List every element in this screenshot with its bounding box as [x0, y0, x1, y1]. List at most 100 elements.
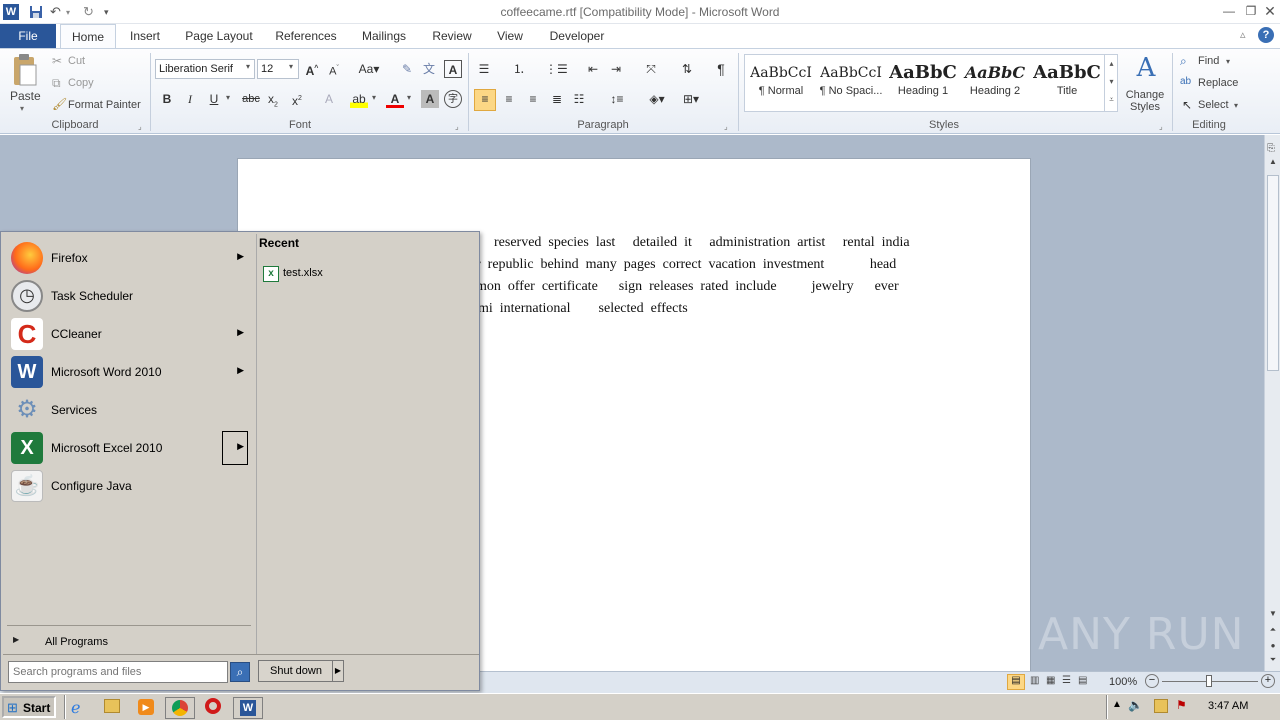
- ie-icon[interactable]: ℯ: [71, 698, 80, 718]
- show-hidden-icons-icon[interactable]: ▲: [1112, 699, 1122, 710]
- start-item-configure-java[interactable]: ☕ Configure Java: [7, 467, 252, 505]
- close-button[interactable]: ✕: [1259, 2, 1280, 20]
- scroll-down-icon[interactable]: ▼: [1267, 609, 1279, 618]
- recent-item[interactable]: x test.xlsx: [261, 264, 473, 284]
- zoom-level[interactable]: 100%: [1109, 676, 1137, 688]
- submenu-button[interactable]: [222, 431, 248, 465]
- font-size-dropdown-icon[interactable]: ▾: [289, 62, 293, 71]
- tab-insert[interactable]: Insert: [120, 24, 170, 48]
- replace-button[interactable]: Replace: [1198, 77, 1238, 89]
- highlight-dropdown-icon[interactable]: ▾: [372, 93, 376, 102]
- tab-developer[interactable]: Developer: [542, 24, 612, 48]
- italic-icon[interactable]: I: [181, 90, 199, 108]
- copy-button[interactable]: Copy: [68, 77, 94, 89]
- zoom-in-icon[interactable]: +: [1261, 674, 1275, 688]
- cut-button[interactable]: Cut: [68, 55, 85, 67]
- font-name-box[interactable]: Liberation Serif: [155, 59, 255, 79]
- collapse-ribbon-icon[interactable]: ▵: [1240, 28, 1246, 41]
- paste-dropdown-icon[interactable]: ▾: [20, 104, 24, 113]
- shading-icon[interactable]: ◈▾: [644, 90, 670, 108]
- start-item-word[interactable]: W Microsoft Word 2010 ▶: [7, 353, 252, 391]
- shrink-font-icon[interactable]: Aˇ: [325, 60, 343, 78]
- styles-launcher-icon[interactable]: ⌟: [1159, 122, 1163, 131]
- search-input[interactable]: [8, 661, 228, 683]
- shutdown-button[interactable]: Shut down: [258, 660, 334, 682]
- character-shading-icon[interactable]: A: [421, 90, 439, 108]
- search-icon[interactable]: ⌕: [230, 662, 250, 682]
- phonetic-guide-icon[interactable]: 文: [420, 60, 438, 78]
- network-icon[interactable]: [1154, 699, 1168, 713]
- zoom-out-icon[interactable]: −: [1145, 674, 1159, 688]
- browse-object-icon[interactable]: ●: [1267, 641, 1279, 650]
- tab-references[interactable]: References: [270, 24, 342, 48]
- subscript-icon[interactable]: x2: [264, 90, 282, 108]
- align-left-icon[interactable]: ≡: [474, 89, 496, 111]
- ruler-toggle-icon[interactable]: ⎘: [1267, 143, 1275, 154]
- web-layout-icon[interactable]: ▦: [1046, 675, 1055, 686]
- increase-indent-icon[interactable]: ⇥: [607, 60, 625, 78]
- highlight-icon[interactable]: ab: [350, 90, 368, 108]
- start-item-firefox[interactable]: Firefox ▶: [7, 239, 252, 277]
- action-center-icon[interactable]: ⚑: [1176, 698, 1187, 712]
- decrease-indent-icon[interactable]: ⇤: [584, 60, 602, 78]
- font-launcher-icon[interactable]: ⌟: [455, 122, 459, 131]
- tab-mailings[interactable]: Mailings: [354, 24, 414, 48]
- underline-icon[interactable]: U: [205, 90, 223, 108]
- style-no-spacing[interactable]: AaBbCcI ¶ No Spaci...: [816, 55, 886, 109]
- paste-button[interactable]: Paste: [10, 89, 41, 103]
- scroll-thumb[interactable]: [1267, 175, 1279, 371]
- show-formatting-icon[interactable]: ¶: [712, 60, 730, 78]
- superscript-icon[interactable]: x2: [288, 90, 306, 108]
- clipboard-launcher-icon[interactable]: ⌟: [138, 122, 142, 131]
- borders-icon[interactable]: ⊞▾: [678, 90, 704, 108]
- help-icon[interactable]: ?: [1258, 27, 1274, 43]
- start-button[interactable]: ⊞ Start: [2, 696, 56, 718]
- enclose-characters-icon[interactable]: 字: [444, 90, 462, 108]
- numbering-icon[interactable]: ⒈: [510, 60, 528, 78]
- change-case-icon[interactable]: Aa▾: [356, 60, 382, 78]
- minimize-button[interactable]: —: [1218, 2, 1240, 20]
- align-right-icon[interactable]: ≡: [524, 90, 542, 108]
- select-button[interactable]: Select: [1198, 99, 1229, 111]
- styles-scroll-icon[interactable]: ▴ ▾ ⩡: [1104, 55, 1118, 111]
- text-effects-icon[interactable]: A: [320, 90, 338, 108]
- start-item-services[interactable]: ⚙ Services: [7, 391, 252, 429]
- outline-icon[interactable]: ☰: [1062, 675, 1071, 686]
- all-programs-button[interactable]: All Programs: [45, 636, 108, 648]
- draft-icon[interactable]: ▤: [1078, 675, 1087, 686]
- style-heading-1[interactable]: AaBbC Heading 1: [888, 55, 958, 109]
- vertical-scrollbar[interactable]: ⎘ ▲ ▼ ⏶ ● ⏷: [1264, 135, 1280, 671]
- tab-page-layout[interactable]: Page Layout: [180, 24, 258, 48]
- previous-page-icon[interactable]: ⏶: [1267, 625, 1279, 635]
- start-item-ccleaner[interactable]: C CCleaner ▶: [7, 315, 252, 353]
- tab-home[interactable]: Home: [60, 24, 116, 48]
- paragraph-launcher-icon[interactable]: ⌟: [724, 122, 728, 131]
- justify-icon[interactable]: ≣: [548, 90, 566, 108]
- line-spacing-icon[interactable]: ↕≡: [604, 90, 630, 108]
- tab-file[interactable]: File: [0, 24, 56, 48]
- clock[interactable]: 3:47 AM: [1208, 700, 1248, 712]
- distributed-icon[interactable]: ☷: [570, 90, 588, 108]
- style-normal[interactable]: AaBbCcI ¶ Normal: [746, 55, 816, 109]
- full-screen-reading-icon[interactable]: ▥: [1030, 675, 1039, 686]
- strikethrough-icon[interactable]: abc: [240, 90, 262, 108]
- bold-icon[interactable]: B: [158, 90, 176, 108]
- scroll-up-icon[interactable]: ▲: [1267, 157, 1279, 167]
- start-item-excel[interactable]: X Microsoft Excel 2010 ▶: [7, 429, 252, 467]
- folder-icon[interactable]: [104, 699, 120, 713]
- style-heading-2[interactable]: AaBbC Heading 2: [960, 55, 1030, 109]
- media-player-icon[interactable]: ▶: [138, 699, 154, 715]
- clear-formatting-icon[interactable]: ✎: [398, 60, 416, 78]
- next-page-icon[interactable]: ⏷: [1267, 655, 1279, 665]
- character-border-icon[interactable]: A: [444, 60, 462, 78]
- find-dropdown-icon[interactable]: ▾: [1226, 57, 1230, 66]
- chrome-taskbar-button[interactable]: [165, 697, 195, 719]
- zoom-slider-thumb[interactable]: [1206, 675, 1212, 687]
- find-button[interactable]: Find: [1198, 55, 1219, 67]
- word-taskbar-button[interactable]: W: [233, 697, 263, 719]
- font-color-dropdown-icon[interactable]: ▾: [407, 93, 411, 102]
- bullets-icon[interactable]: ☰: [475, 60, 493, 78]
- format-painter-button[interactable]: Format Painter: [68, 99, 141, 111]
- underline-dropdown-icon[interactable]: ▾: [226, 93, 230, 102]
- font-color-icon[interactable]: A: [386, 90, 404, 108]
